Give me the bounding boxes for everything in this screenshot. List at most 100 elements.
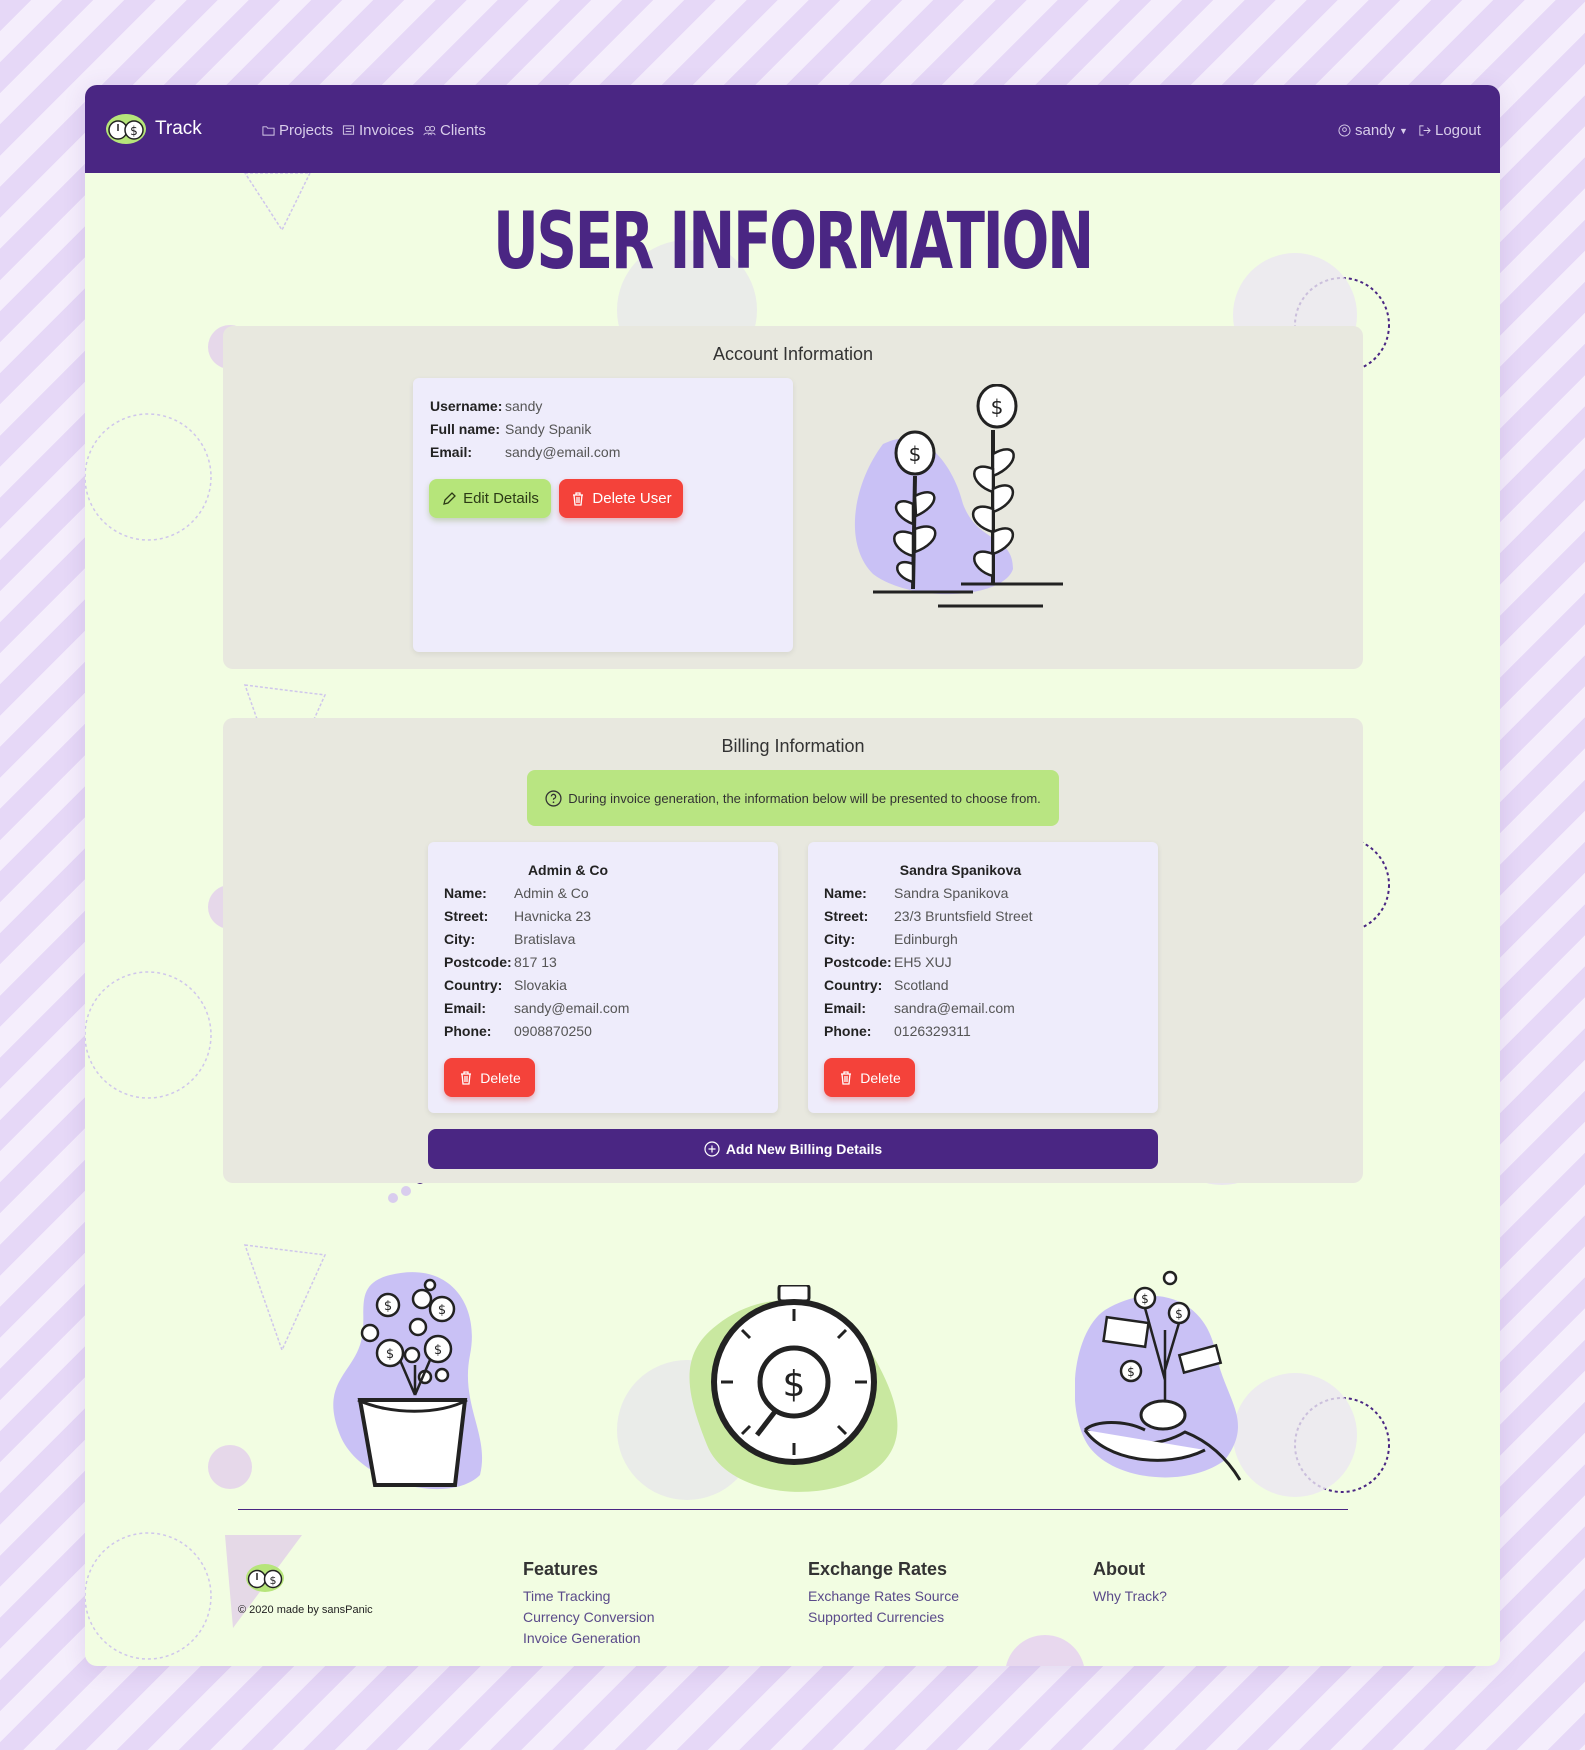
billing-phone-label: Phone: [444, 1023, 492, 1039]
email-label: Email: [430, 444, 473, 460]
billing-name-label: Name: [824, 885, 867, 901]
svg-text:$: $ [270, 1574, 277, 1587]
billing-email-value: sandy@email.com [514, 1000, 630, 1016]
billing-info-text: During invoice generation, the informati… [568, 790, 1041, 806]
nav-clients-link[interactable]: Clients [423, 122, 486, 139]
app-window: $ Track Projects Invoices Clients sandy … [85, 85, 1500, 1666]
delete-user-button[interactable]: Delete User [559, 479, 683, 518]
billing-postcode-value: 817 13 [514, 954, 557, 970]
billing-postcode-value: EH5 XUJ [894, 954, 952, 970]
footer-link-supported-currencies[interactable]: Supported Currencies [808, 1609, 944, 1625]
billing-street-value: Havnicka 23 [514, 908, 592, 924]
user-menu-dropdown[interactable]: sandy ▼ [1338, 122, 1408, 139]
billing-email-row: Email: sandra@email.com [824, 1000, 1015, 1016]
edit-details-button[interactable]: Edit Details [429, 479, 551, 518]
stopwatch-illustration: $ [689, 1285, 898, 1492]
billing-card: Admin & Co Name: Admin & Co Street: Havnic… [428, 842, 778, 1113]
footer-copyright: © 2020 made by sansPanic [238, 1604, 373, 1616]
billing-city-row: City: Edinburgh [824, 931, 958, 947]
footer-heading-exchange-rates: Exchange Rates [808, 1559, 948, 1579]
svg-text:$: $ [1141, 1292, 1149, 1306]
nav-projects-label: Projects [279, 122, 334, 139]
delete-billing-button[interactable]: Delete [824, 1058, 915, 1097]
top-navbar: $ Track Projects Invoices Clients sandy … [85, 85, 1500, 173]
add-billing-button[interactable]: Add New Billing Details [428, 1129, 1158, 1169]
footer-link-currency-conversion[interactable]: Currency Conversion [523, 1609, 655, 1625]
footer-link-invoice-generation[interactable]: Invoice Generation [523, 1630, 641, 1646]
fullname-row: Full name: Sandy Spanik [430, 421, 591, 437]
svg-text:$: $ [909, 442, 922, 466]
billing-phone-row: Phone: 0908870250 [444, 1023, 592, 1039]
nav-projects-link[interactable]: Projects [262, 122, 333, 139]
brand-name[interactable]: Track [155, 118, 202, 140]
billing-name-row: Name: Admin & Co [444, 885, 589, 901]
billing-street-row: Street: 23/3 Bruntsfield Street [824, 908, 1033, 924]
account-card: Username: sandy Full name: Sandy Spanik … [413, 378, 793, 652]
billing-street-value: 23/3 Bruntsfield Street [894, 908, 1033, 924]
trash-icon [573, 491, 584, 506]
svg-text:$: $ [386, 1347, 394, 1362]
billing-phone-row: Phone: 0126329311 [824, 1023, 971, 1039]
plants-illustration: $ $ [854, 384, 1063, 608]
plus-circle-icon [704, 1141, 720, 1157]
billing-phone-value: 0126329311 [894, 1023, 971, 1039]
edit-details-label: Edit Details [463, 490, 539, 507]
billing-name-label: Name: [444, 885, 487, 901]
billing-country-row: Country: Slovakia [444, 977, 567, 993]
billing-email-value: sandra@email.com [894, 1000, 1015, 1016]
billing-postcode-row: Postcode: 817 13 [444, 954, 557, 970]
fullname-value: Sandy Spanik [505, 421, 592, 437]
svg-text:$: $ [434, 1343, 442, 1358]
billing-section: Billing Information During invoice gener… [223, 718, 1363, 1183]
footer-link-why-track[interactable]: Why Track? [1093, 1588, 1167, 1604]
logout-link[interactable]: Logout [1418, 122, 1481, 139]
billing-name-value: Sandra Spanikova [894, 885, 1009, 901]
nav-clients-label: Clients [440, 122, 486, 139]
caret-down-icon: ▼ [1399, 125, 1408, 136]
svg-text:$: $ [991, 395, 1004, 419]
svg-text:$: $ [384, 1299, 392, 1314]
billing-postcode-label: Postcode: [824, 954, 892, 970]
user-menu-label: sandy [1355, 122, 1396, 139]
billing-email-label: Email: [824, 1000, 867, 1016]
logout-label: Logout [1435, 122, 1481, 139]
users-icon [423, 125, 436, 136]
folder-icon [262, 126, 275, 136]
billing-phone-label: Phone: [824, 1023, 872, 1039]
trash-icon [841, 1070, 852, 1085]
billing-section-title: Billing Information [721, 736, 865, 756]
svg-text:$: $ [783, 1364, 806, 1405]
question-circle-icon [545, 789, 562, 807]
money-plant-pot-illustration: $ $ $ $ [333, 1272, 483, 1490]
email-row: Email: sandy@email.com [430, 444, 620, 460]
user-circle-icon [1338, 124, 1351, 137]
footer-divider [238, 1509, 1348, 1510]
billing-postcode-label: Postcode: [444, 954, 512, 970]
billing-country-value: Slovakia [514, 977, 567, 993]
add-billing-label: Add New Billing Details [725, 1141, 883, 1157]
track-logo-icon[interactable]: $ [105, 112, 147, 146]
billing-card: Sandra Spanikova Name: Sandra Spanikova S… [808, 842, 1158, 1113]
delete-billing-label: Delete [860, 1069, 901, 1086]
pencil-icon [443, 491, 456, 505]
billing-country-row: Country: Scotland [824, 977, 948, 993]
footer-link-exchange-rates-source[interactable]: Exchange Rates Source [808, 1588, 959, 1604]
billing-name-value: Admin & Co [514, 885, 589, 901]
fullname-label: Full name: [430, 421, 501, 437]
billing-email-label: Email: [444, 1000, 487, 1016]
billing-country-label: Country: [444, 977, 503, 993]
footer-link-time-tracking[interactable]: Time Tracking [523, 1588, 610, 1604]
nav-invoices-label: Invoices [359, 122, 415, 139]
billing-city-value: Edinburgh [894, 931, 958, 947]
delete-billing-button[interactable]: Delete [444, 1058, 535, 1097]
billing-country-value: Scotland [894, 977, 949, 993]
svg-text:$: $ [130, 124, 138, 138]
username-row: Username: sandy [430, 398, 542, 414]
trash-icon [461, 1070, 472, 1085]
billing-email-row: Email: sandy@email.com [444, 1000, 629, 1016]
nav-invoices-link[interactable]: Invoices [342, 122, 414, 139]
svg-text:$: $ [1175, 1307, 1183, 1321]
account-section-title: Account Information [712, 344, 874, 364]
username-value: sandy [505, 398, 543, 414]
billing-card-title: Sandra Spanikova [899, 862, 1022, 878]
